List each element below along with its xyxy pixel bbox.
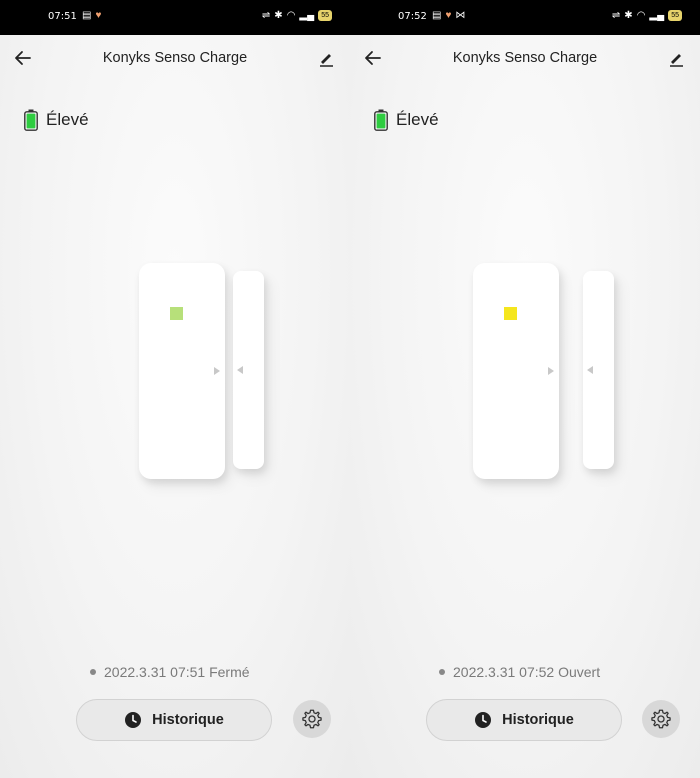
- settings-button[interactable]: [293, 700, 331, 738]
- sensor-magnet: [233, 271, 264, 469]
- app-header: Konyks Senso Charge: [0, 35, 350, 81]
- sensor-led: [504, 307, 517, 320]
- gear-icon: [651, 709, 671, 729]
- sensor-main-body: [139, 263, 225, 479]
- vibrate-icon: ⇌: [611, 10, 621, 21]
- notification-icons: ▤ ♥ ⋈: [432, 10, 465, 21]
- alignment-arrow-left-icon: [587, 366, 593, 374]
- status-bar: 07:52 ▤ ♥ ⋈ ⇌ ✱ ◠ ▂▄ 55: [350, 0, 700, 35]
- pencil-icon[interactable]: [666, 48, 686, 68]
- status-bar: 07:51 ▤ ♥ ⇌ ✱ ◠ ▂▄ 55: [0, 0, 350, 35]
- battery-full-icon: [24, 109, 38, 131]
- wifi-icon: ◠: [636, 10, 646, 21]
- last-event: 2022.3.31 07:52 Ouvert: [439, 664, 600, 680]
- history-button[interactable]: Historique: [426, 699, 622, 741]
- notification-icons: ▤ ♥: [82, 10, 101, 21]
- status-time: 07:51: [48, 11, 77, 22]
- bluetooth-icon: ✱: [624, 10, 633, 21]
- battery-status-icon: 55: [318, 10, 332, 21]
- battery-level-label: Élevé: [46, 110, 89, 129]
- alignment-arrow-right-icon: [214, 367, 220, 375]
- signal-icon: ▂▄: [649, 10, 665, 21]
- clock-icon: [125, 712, 142, 728]
- alignment-arrow-left-icon: [237, 366, 243, 374]
- phone-screen-right: 07:52 ▤ ♥ ⋈ ⇌ ✱ ◠ ▂▄ 55 Konyks Senso Cha…: [350, 0, 700, 778]
- signal-icon: ▂▄: [299, 10, 315, 21]
- sim-icon: ▤: [432, 10, 442, 21]
- battery-status-icon: 55: [668, 10, 682, 21]
- sensor-magnet: [583, 271, 614, 469]
- vibrate-icon: ⇌: [261, 10, 271, 21]
- alignment-arrow-right-icon: [548, 367, 554, 375]
- wifi-icon: ◠: [286, 10, 296, 21]
- history-button-label: Historique: [152, 712, 224, 728]
- page-title: Konyks Senso Charge: [452, 50, 598, 66]
- clock-icon: [475, 712, 492, 728]
- bluetooth-icon: ✱: [274, 10, 283, 21]
- sensor-main-body: [473, 263, 559, 479]
- history-button[interactable]: Historique: [76, 699, 272, 741]
- gear-icon: [302, 709, 322, 729]
- event-dot: [439, 669, 445, 675]
- pencil-icon[interactable]: [316, 48, 336, 68]
- sensor-led: [170, 307, 183, 320]
- last-event: 2022.3.31 07:51 Fermé: [90, 664, 250, 680]
- battery-indicator: Élevé: [374, 109, 439, 131]
- status-time: 07:52: [398, 11, 427, 22]
- status-right: ⇌ ✱ ◠ ▂▄ 55: [612, 10, 682, 21]
- battery-full-icon: [374, 109, 388, 131]
- heart-icon: ♥: [95, 10, 102, 21]
- last-event-text: 2022.3.31 07:52 Ouvert: [453, 664, 601, 680]
- page-title: Konyks Senso Charge: [102, 50, 248, 66]
- battery-indicator: Élevé: [24, 109, 89, 131]
- phone-screen-left: 07:51 ▤ ♥ ⇌ ✱ ◠ ▂▄ 55 Konyks Senso Charg…: [0, 0, 350, 778]
- event-dot: [90, 669, 96, 675]
- app-header: Konyks Senso Charge: [350, 35, 700, 81]
- mail-icon: ⋈: [455, 10, 466, 21]
- settings-button[interactable]: [642, 700, 680, 738]
- sim-icon: ▤: [82, 10, 92, 21]
- last-event-text: 2022.3.31 07:51 Fermé: [104, 664, 250, 680]
- heart-icon: ♥: [445, 10, 452, 21]
- history-button-label: Historique: [502, 712, 574, 728]
- status-right: ⇌ ✱ ◠ ▂▄ 55: [262, 10, 332, 21]
- battery-level-label: Élevé: [396, 110, 439, 129]
